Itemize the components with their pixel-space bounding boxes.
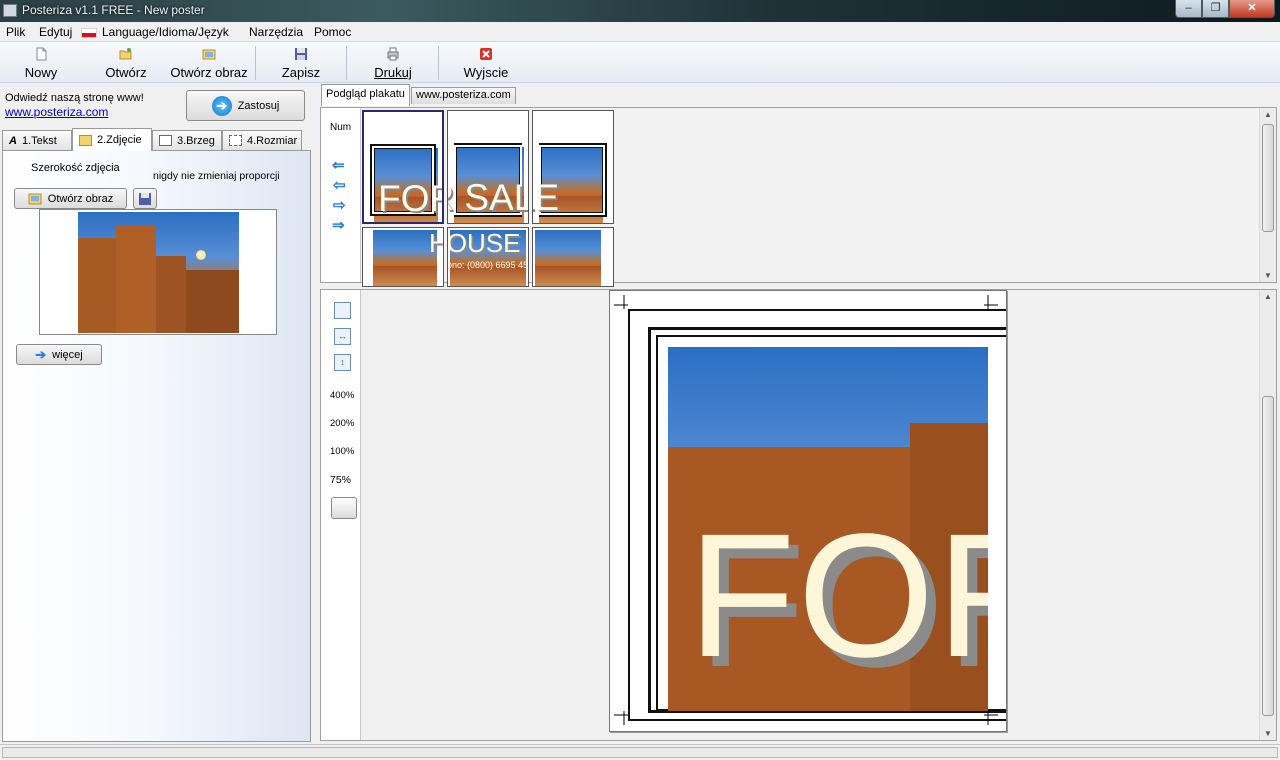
- fit-page-icon[interactable]: [334, 302, 351, 319]
- keep-ratio-label: nigdy nie zmieniaj proporcji: [153, 170, 280, 182]
- tab-poster-preview[interactable]: Podgląd plakatu: [321, 84, 410, 106]
- exit-icon: [480, 48, 492, 60]
- exit-button[interactable]: Wyjscie: [459, 42, 513, 82]
- zoom-column: ↔ ↕ 400% 200% 100% 75%: [321, 290, 361, 740]
- poster-preview-panel: ↔ ↕ 400% 200% 100% 75% FOR ▲ ▼: [320, 289, 1277, 741]
- menu-file[interactable]: Plik: [6, 25, 25, 39]
- crop-mark-icon: [614, 711, 628, 725]
- fit-height-icon[interactable]: ↕: [334, 354, 351, 371]
- crop-mark-icon: [984, 295, 998, 309]
- horizontal-scrollbar[interactable]: [2, 747, 1278, 758]
- poster-text: FOR: [688, 498, 988, 694]
- poster-tile[interactable]: FOR SALE: [447, 110, 529, 224]
- menu-bar: Plik Edytuj Language/Idioma/Język Narzęd…: [0, 22, 1280, 42]
- photo-width-label: Szerokość zdjęcia: [31, 162, 120, 174]
- scroll-up-icon[interactable]: ▲: [1264, 292, 1272, 301]
- menu-edit[interactable]: Edytuj: [39, 25, 72, 39]
- image-folder-icon: [202, 49, 216, 60]
- scroll-down-icon[interactable]: ▼: [1264, 729, 1272, 738]
- floppy-disk-icon: [295, 48, 307, 60]
- scroll-down-icon[interactable]: ▼: [1264, 271, 1272, 280]
- save-button[interactable]: Zapisz: [278, 42, 324, 82]
- poster-page: FOR: [609, 290, 1007, 732]
- floppy-disk-icon: [139, 192, 151, 205]
- poster-tiles: FOR SALE FOR SALE FOR SALE HOUSE HOUSE T…: [362, 110, 614, 287]
- fit-width-icon[interactable]: ↔: [334, 328, 351, 345]
- scroll-thumb[interactable]: [1262, 396, 1274, 716]
- tab-border[interactable]: 3.Brzeg: [152, 130, 222, 150]
- open-image-button[interactable]: Otwórz obraz: [168, 42, 250, 82]
- arrow-last-icon[interactable]: ⇒: [332, 216, 345, 234]
- toolbar-separator: [346, 46, 347, 80]
- arrow-right-icon: ➔: [35, 346, 47, 362]
- tile-scrollbar[interactable]: ▲ ▼: [1259, 108, 1276, 282]
- toolbar: Nowy Otwórz Otwórz obraz Zapisz Drukuj W…: [0, 42, 1280, 83]
- printer-icon: [387, 47, 399, 61]
- scroll-thumb[interactable]: [1262, 124, 1274, 232]
- poster-tile[interactable]: HOUSE Telefono: (0800) 6695 452: [447, 227, 529, 287]
- photo-thumbnail-frame: [39, 209, 277, 335]
- arrow-right-icon[interactable]: ⇨: [333, 196, 346, 214]
- resize-icon: [229, 135, 242, 146]
- new-button[interactable]: Nowy: [16, 42, 66, 82]
- photo-thumbnail: [78, 212, 239, 333]
- visit-text: Odwiedź naszą stronę www!: [5, 92, 144, 104]
- tile-nav-column: Num ⇐ ⇦ ⇨ ⇒: [321, 108, 361, 282]
- settings-tabs: A 1.Tekst 2.Zdjęcie 3.Brzeg 4.Rozmiar: [2, 128, 312, 151]
- zoom-400[interactable]: 400%: [330, 390, 354, 401]
- poster-photo: FOR: [668, 347, 988, 711]
- app-icon: [3, 4, 17, 17]
- preview-scrollbar[interactable]: ▲ ▼: [1259, 290, 1276, 740]
- poster-tile[interactable]: FOR SALE: [532, 110, 614, 224]
- arrow-left-icon[interactable]: ⇦: [333, 176, 346, 194]
- left-panel: Odwiedź naszą stronę www! www.posteriza.…: [0, 84, 314, 744]
- open-image-panel-button[interactable]: Otwórz obraz: [14, 188, 127, 209]
- tab-website[interactable]: www.posteriza.com: [411, 87, 516, 104]
- poster-tile[interactable]: [532, 227, 614, 287]
- minimize-button[interactable]: –: [1175, 0, 1202, 18]
- zoom-75[interactable]: 75%: [330, 474, 351, 486]
- menu-language[interactable]: Language/Idioma/Język: [102, 25, 229, 39]
- tab-photo[interactable]: 2.Zdjęcie: [72, 128, 152, 151]
- text-icon: A: [9, 134, 17, 147]
- poster-tile[interactable]: HOUSE: [362, 227, 444, 287]
- window-controls: – ❐ ✕: [1175, 0, 1275, 19]
- menu-help[interactable]: Pomoc: [314, 25, 351, 39]
- poster-tile[interactable]: FOR SALE: [362, 110, 444, 224]
- website-link[interactable]: www.posteriza.com: [5, 105, 108, 119]
- zoom-input[interactable]: [331, 497, 357, 519]
- photo-icon: [79, 134, 92, 146]
- new-file-icon: [36, 47, 47, 61]
- scroll-up-icon[interactable]: ▲: [1264, 110, 1272, 119]
- tab-text[interactable]: A 1.Tekst: [2, 130, 72, 150]
- num-label: Num: [330, 122, 352, 133]
- title-bar: Posteriza v1.1 FREE - New poster – ❐ ✕: [0, 0, 1280, 22]
- tile-preview-panel: Num ⇐ ⇦ ⇨ ⇒ FOR SALE FOR SALE FOR SALE: [320, 107, 1277, 287]
- apply-button[interactable]: ➔ Zastosuj: [186, 90, 305, 121]
- save-image-button[interactable]: [133, 188, 157, 209]
- right-panel: Podgląd plakatu www.posteriza.com Num ⇐ …: [318, 84, 1280, 744]
- print-button[interactable]: Drukuj: [370, 42, 416, 82]
- tab-size[interactable]: 4.Rozmiar: [222, 130, 302, 150]
- status-bar: [0, 744, 1280, 760]
- crop-mark-icon: [614, 295, 628, 309]
- arrow-right-icon: ➔: [211, 95, 232, 116]
- menu-tools[interactable]: Narzędzia: [249, 25, 303, 39]
- image-folder-icon: [28, 193, 42, 204]
- toolbar-separator: [255, 46, 256, 80]
- window-title: Posteriza v1.1 FREE - New poster: [22, 3, 205, 17]
- flag-icon: [81, 28, 97, 38]
- zoom-100[interactable]: 100%: [330, 446, 354, 457]
- crop-mark-icon: [984, 711, 998, 725]
- photo-tab-panel: Szerokość zdjęcia nigdy nie zmieniaj pro…: [2, 150, 311, 742]
- close-button[interactable]: ✕: [1229, 0, 1275, 18]
- toolbar-separator: [438, 46, 439, 80]
- maximize-button[interactable]: ❐: [1202, 0, 1229, 18]
- more-button[interactable]: ➔ więcej: [16, 344, 102, 365]
- border-icon: [159, 135, 172, 146]
- zoom-200[interactable]: 200%: [330, 418, 354, 429]
- open-button[interactable]: Otwórz: [100, 42, 152, 82]
- folder-icon: [119, 48, 132, 60]
- arrow-first-icon[interactable]: ⇐: [332, 156, 345, 174]
